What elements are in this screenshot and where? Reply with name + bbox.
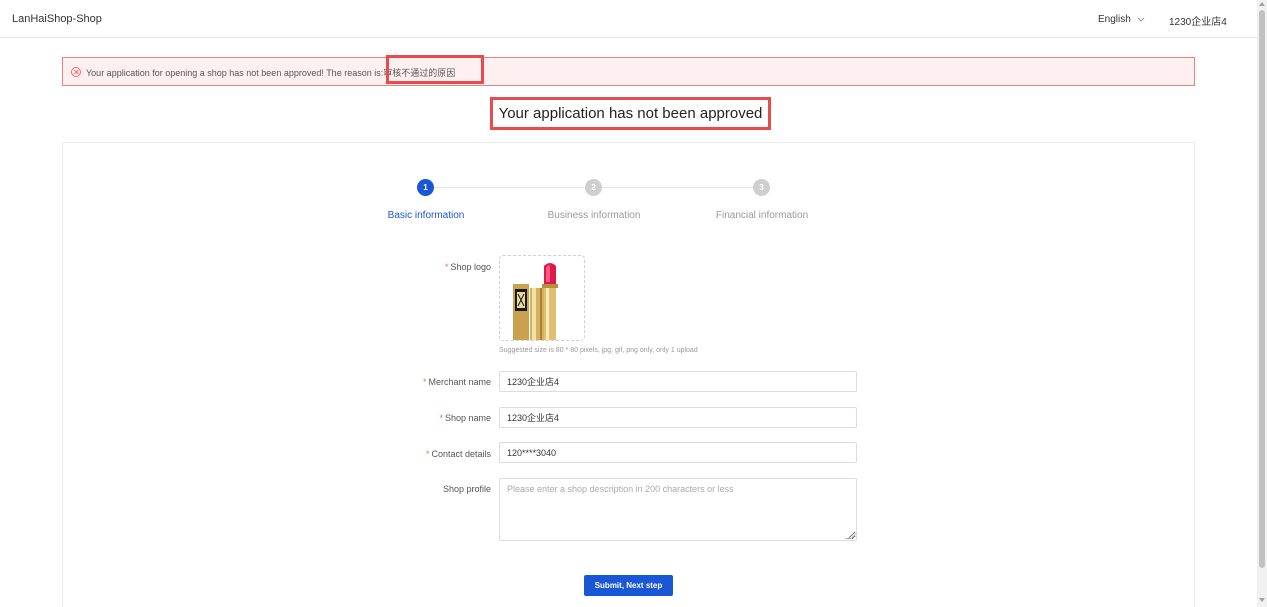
scrollbar-thumb[interactable] bbox=[1259, 10, 1265, 568]
step-1-label: Basic information bbox=[387, 210, 465, 221]
shop-name-input[interactable] bbox=[499, 407, 857, 428]
reason-highlight-box bbox=[386, 55, 484, 84]
language-label: English bbox=[1098, 14, 1131, 25]
step-2-label: Business information bbox=[547, 210, 641, 221]
step-2-indicator: 2 bbox=[585, 179, 602, 196]
step-connector-2 bbox=[602, 187, 753, 188]
status-title: Your application has not been approved bbox=[490, 97, 771, 130]
shop-name-label: * Shop name bbox=[439, 413, 491, 423]
rejection-alert: Your application for opening a shop has … bbox=[62, 57, 1195, 86]
shop-logo-image bbox=[513, 263, 558, 340]
chevron-down-icon bbox=[1137, 17, 1145, 22]
shop-profile-textarea[interactable] bbox=[499, 478, 857, 541]
scroll-up-arrow-icon[interactable] bbox=[1259, 2, 1265, 6]
merchant-name-input[interactable] bbox=[499, 371, 857, 392]
contact-details-label: * Contact details bbox=[426, 449, 491, 459]
error-circle-icon bbox=[71, 67, 81, 77]
brand-name: LanHaiShop-Shop bbox=[12, 13, 102, 25]
merchant-name-label: * Merchant name bbox=[423, 377, 491, 387]
step-connector-1 bbox=[434, 187, 584, 188]
step-1-indicator: 1 bbox=[417, 179, 434, 196]
user-menu[interactable]: 1230企业店4 bbox=[1169, 13, 1227, 28]
top-bar: LanHaiShop-Shop English 1230企业店4 bbox=[0, 0, 1257, 38]
scrollbar[interactable] bbox=[1257, 0, 1267, 607]
required-mark: * bbox=[425, 449, 430, 459]
contact-details-input[interactable] bbox=[499, 442, 857, 463]
shop-name-label-text: Shop name bbox=[444, 413, 491, 423]
submit-next-step-button[interactable]: Submit, Next step bbox=[584, 575, 673, 596]
shop-logo-upload[interactable] bbox=[499, 255, 585, 341]
scroll-down-arrow-icon[interactable] bbox=[1259, 598, 1265, 602]
shop-logo-label-text: Shop logo bbox=[450, 262, 491, 272]
required-mark: * bbox=[422, 377, 427, 387]
step-3-indicator: 3 bbox=[753, 179, 770, 196]
merchant-name-label-text: Merchant name bbox=[428, 377, 491, 387]
required-mark: * bbox=[444, 262, 449, 272]
page: LanHaiShop-Shop English 1230企业店4 Your ap… bbox=[0, 0, 1267, 607]
shop-logo-label: * Shop logo bbox=[445, 262, 491, 272]
step-3-label: Financial information bbox=[715, 210, 809, 221]
required-mark: * bbox=[439, 413, 443, 423]
logo-size-hint: Suggested size is 80 * 80 pixels, jpg, g… bbox=[499, 347, 698, 354]
contact-details-label-text: Contact details bbox=[431, 449, 491, 459]
shop-profile-label: Shop profile bbox=[442, 484, 491, 494]
language-selector[interactable]: English bbox=[1098, 14, 1145, 25]
